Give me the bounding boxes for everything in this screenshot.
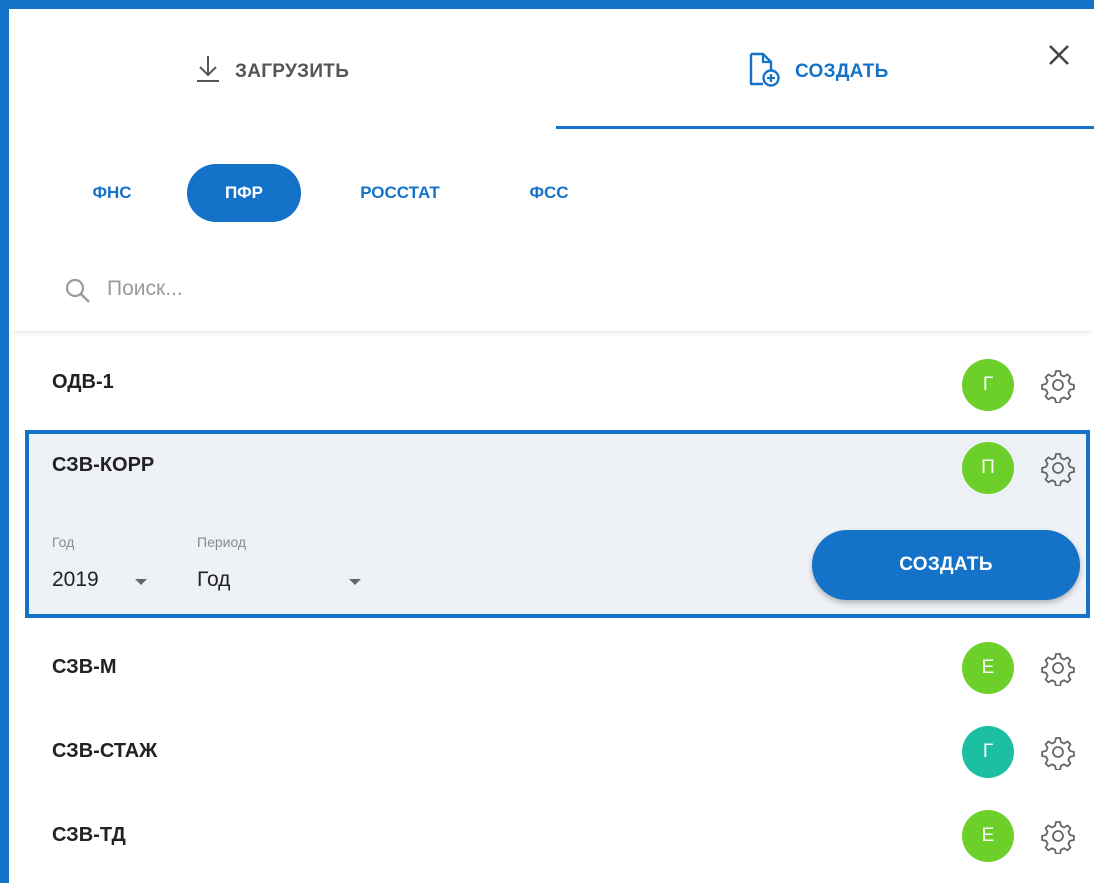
- add-document-icon: [747, 51, 781, 93]
- report-name: СЗВ-КОРР: [52, 454, 155, 476]
- frame-border-top: [0, 0, 1094, 9]
- search-input[interactable]: [107, 271, 707, 307]
- tab-create-label: СОЗДАТЬ: [795, 61, 889, 82]
- report-row-odv1[interactable]: ОДВ-1 Г: [9, 349, 1094, 419]
- chevron-down-icon: [349, 579, 361, 585]
- report-name: СЗВ-ТД: [52, 824, 126, 846]
- year-label: Год: [52, 534, 75, 550]
- search-icon: [64, 277, 92, 310]
- download-icon: [195, 54, 221, 90]
- report-name: СЗВ-М: [52, 656, 117, 678]
- report-row-szv-m[interactable]: СЗВ-М Е: [9, 634, 1094, 700]
- tab-upload-label: ЗАГРУЗИТЬ: [235, 61, 350, 82]
- close-icon: [1048, 44, 1070, 71]
- chevron-down-icon: [135, 579, 147, 585]
- agency-chip-pfr[interactable]: ПФР: [187, 164, 301, 222]
- report-name: ОДВ-1: [52, 371, 114, 393]
- report-row-szv-stazh[interactable]: СЗВ-СТАЖ Г: [9, 718, 1094, 784]
- search-bar: [9, 259, 1094, 331]
- gear-icon[interactable]: [1040, 650, 1076, 687]
- create-report-panel: ЗАГРУЗИТЬ СОЗДАТЬ ФНС ПФР РОССТАТ ФСС По…: [9, 9, 1094, 883]
- dialog-frame: ЗАГРУЗИТЬ СОЗДАТЬ ФНС ПФР РОССТАТ ФСС По…: [0, 0, 1094, 883]
- gear-icon[interactable]: [1040, 367, 1076, 404]
- report-row-szv-korr-expanded: СЗВ-КОРР П Год 2019 Период Год СОЗДАТЬ: [25, 430, 1090, 618]
- report-period-badge: Г: [962, 726, 1014, 778]
- create-report-button[interactable]: СОЗДАТЬ: [812, 530, 1080, 600]
- gear-icon[interactable]: [1040, 818, 1076, 855]
- agency-chip-fns[interactable]: ФНС: [64, 164, 160, 222]
- report-period-badge: Е: [962, 810, 1014, 862]
- gear-icon[interactable]: [1040, 450, 1076, 487]
- frame-border-left: [0, 0, 9, 883]
- gear-icon[interactable]: [1040, 734, 1076, 771]
- period-label: Период: [197, 534, 247, 550]
- year-select[interactable]: 2019: [52, 562, 162, 598]
- report-name: СЗВ-СТАЖ: [52, 740, 158, 762]
- report-period-badge: П: [962, 442, 1014, 494]
- tab-create[interactable]: СОЗДАТЬ: [747, 47, 889, 97]
- close-button[interactable]: [1039, 37, 1079, 77]
- period-value: Год: [197, 568, 231, 591]
- report-row-szv-td[interactable]: СЗВ-ТД Е: [9, 802, 1094, 868]
- report-period-badge: Г: [962, 359, 1014, 411]
- tab-active-indicator: [556, 126, 1094, 129]
- agency-chip-rosstat[interactable]: РОССТАТ: [329, 164, 471, 222]
- tab-upload[interactable]: ЗАГРУЗИТЬ: [195, 47, 349, 97]
- agency-chip-fss[interactable]: ФСС: [507, 164, 591, 222]
- year-value: 2019: [52, 568, 99, 591]
- report-period-badge: Е: [962, 642, 1014, 694]
- period-select[interactable]: Год: [197, 562, 377, 598]
